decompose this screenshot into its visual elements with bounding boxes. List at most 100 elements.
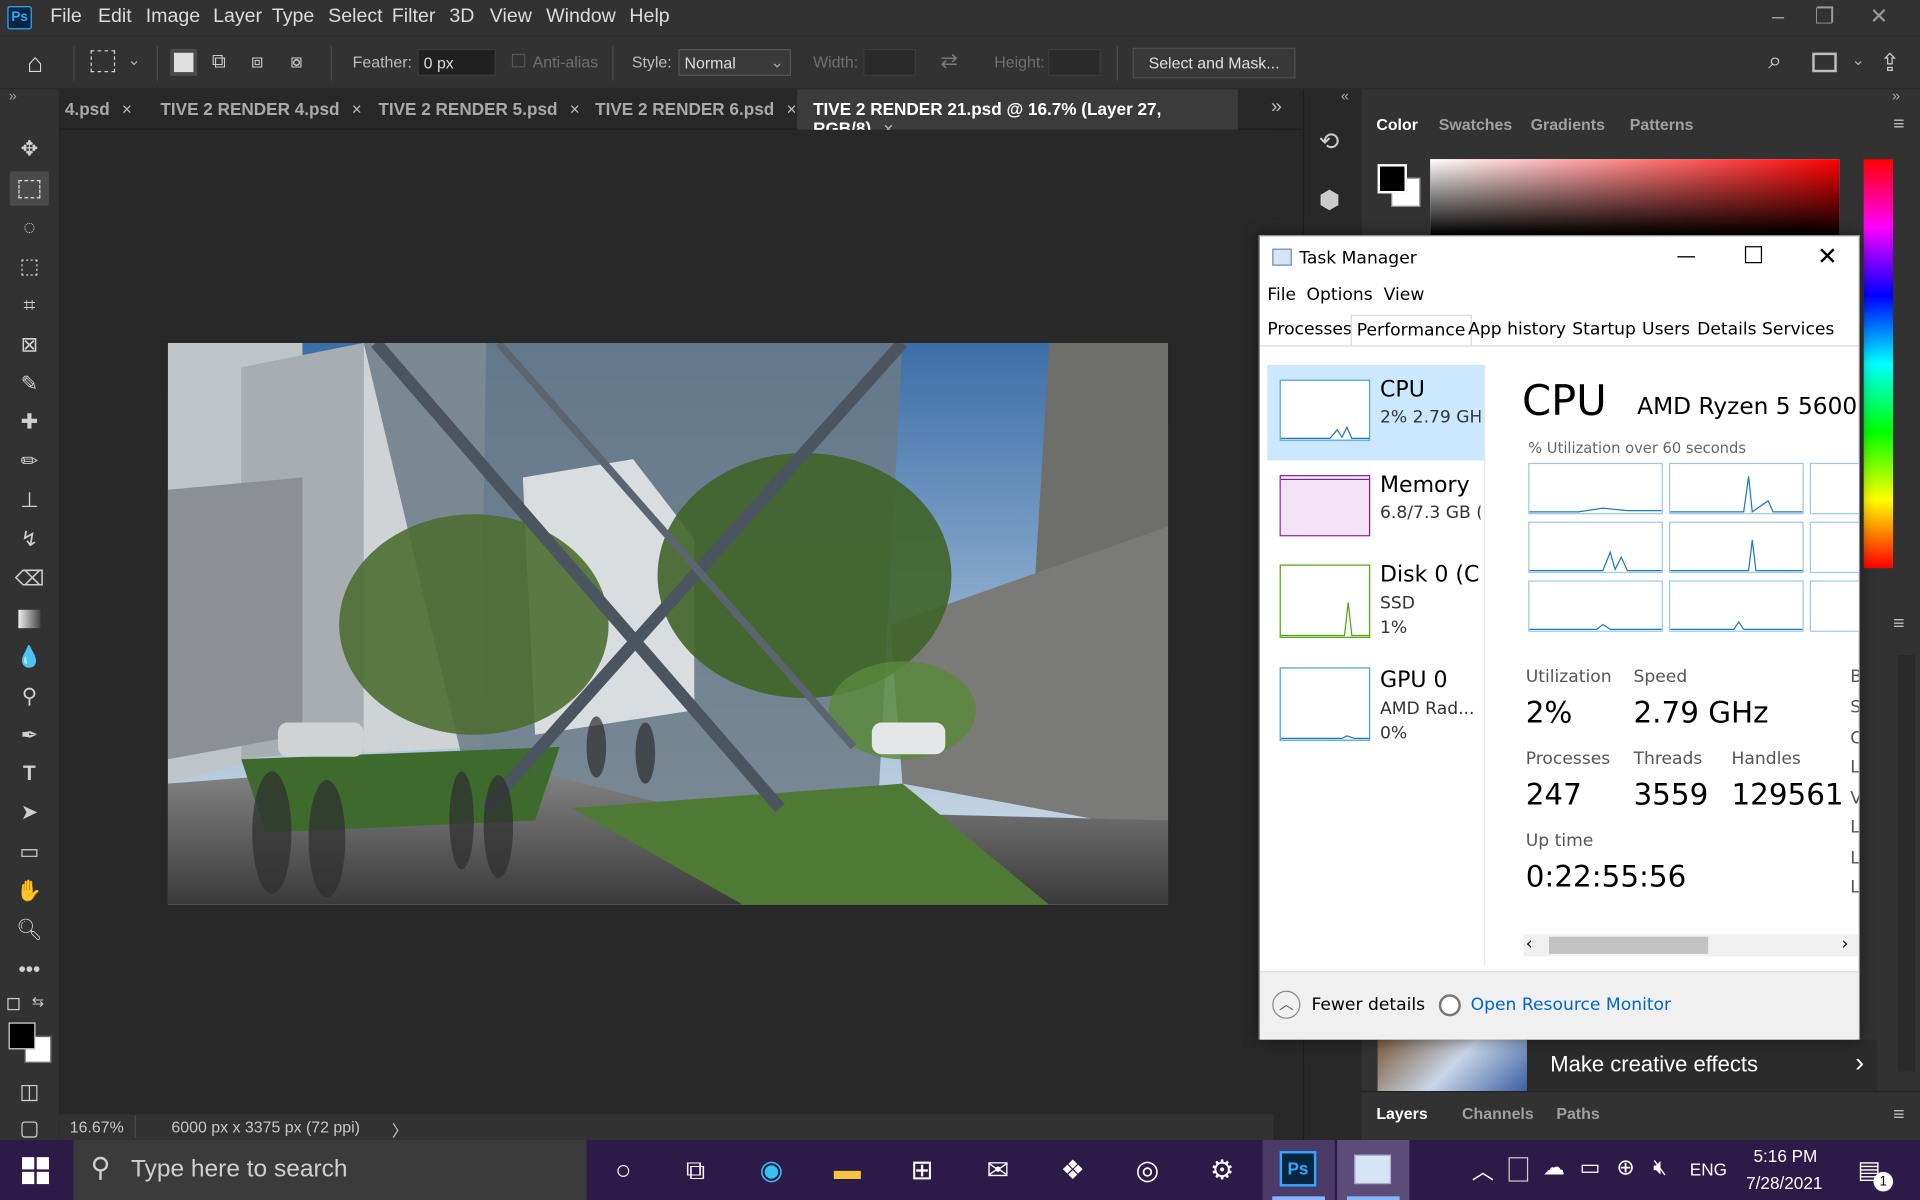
- fewer-details-button[interactable]: Fewer details: [1311, 996, 1425, 1016]
- rectangular-marquee-tool-icon[interactable]: [9, 171, 49, 206]
- history-panel-icon[interactable]: ⟲: [1319, 126, 1340, 157]
- tab-channels[interactable]: Channels: [1462, 1104, 1534, 1122]
- status-menu-arrow-icon[interactable]: 〉: [392, 1118, 408, 1141]
- scroll-right-icon[interactable]: ›: [1842, 934, 1849, 954]
- move-tool-icon[interactable]: ✥: [15, 136, 44, 163]
- clock-date[interactable]: 7/28/2021: [1746, 1173, 1822, 1193]
- perf-item-gpu[interactable]: GPU 0 AMD Rad... 0%: [1267, 662, 1484, 758]
- close-icon[interactable]: ✕: [1817, 241, 1838, 270]
- edge-icon[interactable]: ◉: [752, 1152, 791, 1189]
- feather-input[interactable]: 0 px: [417, 48, 496, 76]
- workspace-icon[interactable]: [1812, 52, 1837, 73]
- style-select[interactable]: Normal ⌄: [678, 48, 792, 76]
- path-selection-tool-icon[interactable]: ➤: [15, 800, 44, 827]
- steam-icon[interactable]: ⚙: [1202, 1152, 1241, 1189]
- chevron-up-icon[interactable]: ︿: [1272, 990, 1301, 1019]
- network-icon[interactable]: ⊕: [1616, 1155, 1634, 1181]
- panel-menu-icon[interactable]: ≡: [1893, 1104, 1904, 1126]
- file-explorer-icon[interactable]: ▬: [828, 1152, 867, 1189]
- tab-gradients[interactable]: Gradients: [1531, 115, 1605, 133]
- close-icon[interactable]: ✕: [1870, 4, 1888, 30]
- swap-colors-icon[interactable]: ⇆: [32, 993, 44, 1010]
- tm-tab-users[interactable]: Users: [1642, 320, 1690, 340]
- subtract-selection-icon[interactable]: ⧈: [251, 51, 273, 73]
- share-icon[interactable]: ⇪: [1880, 48, 1901, 79]
- perf-item-memory[interactable]: Memory 6.8/7.3 GB (93%): [1267, 460, 1484, 556]
- language-indicator[interactable]: ENG: [1690, 1160, 1727, 1180]
- learn-card[interactable]: Make creative effects ›: [1377, 1039, 1878, 1092]
- open-resource-monitor-link[interactable]: Open Resource Monitor: [1471, 996, 1671, 1016]
- panel-menu-icon[interactable]: ≡: [1893, 114, 1904, 136]
- close-icon[interactable]: ×: [786, 99, 796, 119]
- menu-window[interactable]: Window: [546, 6, 616, 28]
- pen-tool-icon[interactable]: ✒: [15, 722, 44, 749]
- clone-stamp-tool-icon[interactable]: ⊥: [15, 487, 44, 514]
- chevron-down-icon[interactable]: ⌄: [1851, 50, 1864, 70]
- maximize-icon[interactable]: [1744, 246, 1763, 264]
- perf-item-cpu[interactable]: CPU 2% 2.79 GHz: [1267, 364, 1485, 461]
- chevron-right-icon[interactable]: ›: [1855, 1047, 1864, 1079]
- horizontal-scrollbar[interactable]: ‹ ›: [1523, 934, 1859, 957]
- menu-type[interactable]: Type: [272, 6, 314, 28]
- menu-select[interactable]: Select: [328, 6, 382, 28]
- zoom-level[interactable]: 16.67%: [70, 1118, 124, 1136]
- foreground-color-swatch[interactable]: [8, 1022, 36, 1050]
- menu-edit[interactable]: Edit: [98, 6, 132, 28]
- tm-tab-services[interactable]: Services: [1762, 320, 1834, 340]
- cortana-icon[interactable]: ○: [604, 1152, 643, 1189]
- blur-tool-icon[interactable]: 💧: [15, 644, 44, 671]
- restore-icon[interactable]: ❐: [1815, 4, 1835, 30]
- frame-tool-icon[interactable]: ⊠: [15, 332, 44, 359]
- collapse-icon[interactable]: «: [1341, 87, 1349, 104]
- volume-muted-icon[interactable]: 🔇︎: [1653, 1155, 1667, 1181]
- dropbox-icon[interactable]: ❖: [1053, 1152, 1092, 1189]
- anti-alias-checkbox[interactable]: [511, 53, 526, 68]
- eyedropper-tool-icon[interactable]: ✎: [15, 371, 44, 398]
- tm-menu-options[interactable]: Options: [1307, 285, 1373, 305]
- menu-image[interactable]: Image: [146, 6, 200, 28]
- close-icon[interactable]: ×: [352, 99, 362, 119]
- perf-item-disk[interactable]: Disk 0 (C:) SSD 1%: [1267, 557, 1484, 653]
- width-input[interactable]: [863, 48, 916, 76]
- hand-tool-icon[interactable]: ✋: [15, 878, 44, 905]
- chevron-up-icon[interactable]: ︿: [1472, 1155, 1494, 1187]
- object-selection-tool-icon[interactable]: ⬚: [15, 253, 44, 280]
- battery-icon[interactable]: ▭: [1580, 1155, 1601, 1181]
- minimize-icon[interactable]: –: [1772, 4, 1784, 30]
- doc-tab[interactable]: TIVE 2 RENDER 4.psd ×: [160, 89, 368, 129]
- windows-start-icon[interactable]: [22, 1157, 49, 1185]
- menu-file[interactable]: File: [50, 6, 82, 28]
- doc-tab[interactable]: TIVE 2 RENDER 5.psd ×: [378, 89, 586, 129]
- minimize-icon[interactable]: —: [1676, 244, 1696, 267]
- doc-tab-active[interactable]: TIVE 2 RENDER 21.psd @ 16.7% (Layer 27, …: [797, 89, 1238, 138]
- tab-color[interactable]: Color: [1376, 115, 1418, 133]
- default-colors-icon[interactable]: [7, 997, 20, 1011]
- scrollbar-thumb[interactable]: [1548, 936, 1709, 954]
- panel-scrollbar[interactable]: [1897, 655, 1916, 1072]
- tab-layers[interactable]: Layers: [1376, 1104, 1427, 1122]
- menu-layer[interactable]: Layer: [213, 6, 262, 28]
- hue-slider[interactable]: [1863, 159, 1894, 569]
- tm-tab-details[interactable]: Details: [1697, 320, 1756, 340]
- clock-time[interactable]: 5:16 PM: [1753, 1146, 1817, 1166]
- task-view-icon[interactable]: ⧉: [676, 1152, 715, 1189]
- eraser-tool-icon[interactable]: ⌫: [15, 566, 44, 593]
- tab-swatches[interactable]: Swatches: [1439, 115, 1512, 133]
- panel-menu-icon[interactable]: ≡: [1893, 613, 1904, 635]
- home-icon[interactable]: ⌂: [27, 48, 43, 80]
- tab-patterns[interactable]: Patterns: [1630, 115, 1694, 133]
- tray-app-icon[interactable]: [1508, 1157, 1529, 1182]
- document-canvas-image[interactable]: [167, 342, 1169, 905]
- search-icon[interactable]: ⌕: [1768, 48, 1782, 76]
- tm-tab-performance[interactable]: Performance: [1350, 314, 1472, 346]
- taskbar-task-manager-button[interactable]: [1337, 1140, 1410, 1200]
- close-icon[interactable]: ×: [570, 99, 580, 119]
- swap-icon[interactable]: ⇄: [940, 49, 957, 73]
- tm-tab-startup[interactable]: Startup: [1572, 320, 1636, 340]
- tm-menu-file[interactable]: File: [1267, 285, 1296, 305]
- quick-mask-icon[interactable]: ◫: [15, 1079, 44, 1106]
- taskbar-search-box[interactable]: ⚲ Type here to search: [73, 1140, 587, 1200]
- type-tool-icon[interactable]: T: [15, 760, 44, 787]
- select-and-mask-button[interactable]: Select and Mask...: [1132, 47, 1296, 79]
- tab-paths[interactable]: Paths: [1556, 1104, 1599, 1122]
